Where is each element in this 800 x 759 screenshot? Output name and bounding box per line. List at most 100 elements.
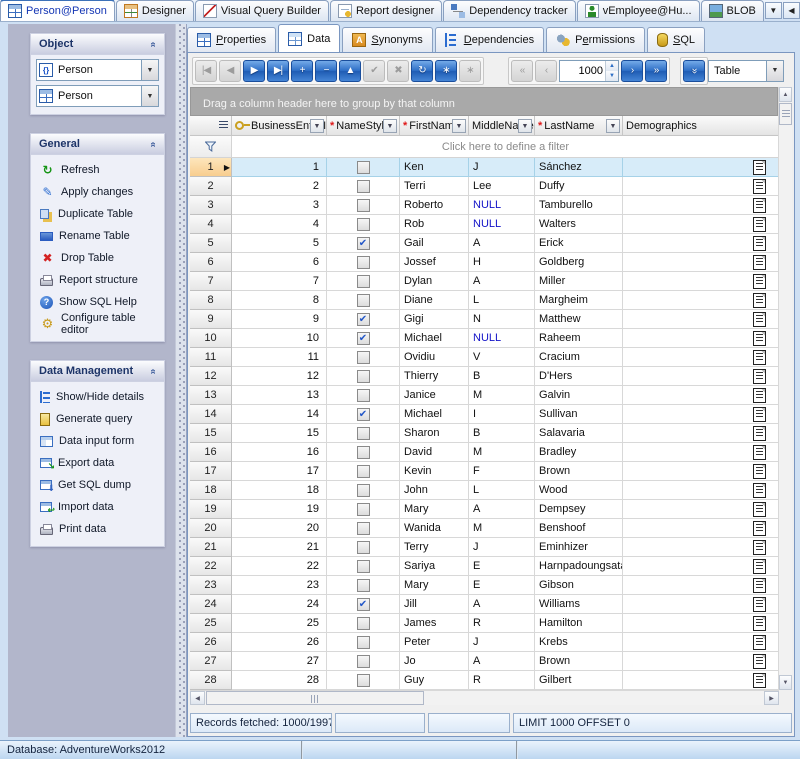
row-number-cell[interactable]: 14 [190, 405, 232, 424]
column-header-middlename[interactable]: MiddleName▼ [469, 116, 535, 136]
namestyle-checkbox[interactable] [357, 389, 370, 402]
demographics-document-icon[interactable] [753, 559, 766, 574]
cell-firstname[interactable]: Kevin [400, 462, 469, 481]
row-number-cell[interactable]: 12 [190, 367, 232, 386]
row-number-cell[interactable]: 18 [190, 481, 232, 500]
namestyle-checkbox[interactable]: ✔ [357, 332, 370, 345]
cell-lastname[interactable]: Galvin [535, 386, 623, 405]
cell-middlename[interactable]: A [469, 272, 535, 291]
cell-middlename[interactable]: L [469, 481, 535, 500]
cell-lastname[interactable]: Hamilton [535, 614, 623, 633]
vertical-scrollbar[interactable]: ▲ ▼ [778, 87, 792, 690]
cell-firstname[interactable]: Diane [400, 291, 469, 310]
cell-middlename[interactable]: R [469, 614, 535, 633]
demographics-document-icon[interactable] [753, 179, 766, 194]
demographics-document-icon[interactable] [753, 350, 766, 365]
namestyle-checkbox[interactable] [357, 180, 370, 193]
horizontal-scrollbar[interactable]: ◀ ▶ [190, 690, 779, 705]
next-page-button[interactable]: › [621, 60, 643, 82]
namestyle-checkbox[interactable] [357, 446, 370, 459]
cell-demographics[interactable] [623, 500, 779, 519]
row-number-cell[interactable]: 11 [190, 348, 232, 367]
cell-businessentityid[interactable]: 15 [232, 424, 327, 443]
namestyle-checkbox[interactable]: ✔ [357, 598, 370, 611]
sidebar-item-configure-table-editor[interactable]: ⚙Configure table editor [36, 313, 159, 335]
demographics-document-icon[interactable] [753, 502, 766, 517]
namestyle-checkbox[interactable] [357, 522, 370, 535]
cell-demographics[interactable] [623, 215, 779, 234]
namestyle-checkbox[interactable] [357, 560, 370, 573]
row-number-cell[interactable]: 19 [190, 500, 232, 519]
horizontal-scroll-track[interactable] [425, 691, 764, 705]
cell-demographics[interactable] [623, 633, 779, 652]
general-panel-header[interactable]: General « [31, 134, 164, 155]
cell-firstname[interactable]: Terri [400, 177, 469, 196]
cell-lastname[interactable]: Raheem [535, 329, 623, 348]
cell-firstname[interactable]: Dylan [400, 272, 469, 291]
sidebar-item-duplicate-table[interactable]: Duplicate Table [36, 203, 159, 225]
delete-record-button[interactable]: − [315, 60, 337, 82]
cell-middlename[interactable]: J [469, 538, 535, 557]
last-record-button[interactable]: ▶| [267, 60, 289, 82]
cell-businessentityid[interactable]: 13 [232, 386, 327, 405]
cell-middlename[interactable]: R [469, 671, 535, 690]
cell-firstname[interactable]: Peter [400, 633, 469, 652]
row-number-cell[interactable]: 21 [190, 538, 232, 557]
cell-businessentityid[interactable]: 21 [232, 538, 327, 557]
object-selector-0[interactable]: {}Person▼ [36, 59, 159, 81]
cell-demographics[interactable] [623, 253, 779, 272]
cell-lastname[interactable]: Erick [535, 234, 623, 253]
cancel-edit-button[interactable]: ✖ [387, 60, 409, 82]
cell-middlename[interactable]: B [469, 367, 535, 386]
demographics-document-icon[interactable] [753, 255, 766, 270]
cell-businessentityid[interactable]: 1 [232, 158, 327, 177]
cell-middlename[interactable]: M [469, 519, 535, 538]
column-header-demographics[interactable]: Demographics [623, 116, 779, 136]
column-header-namestyle[interactable]: *NameStyle▼ [327, 116, 400, 136]
tab-permissions[interactable]: Permissions [546, 27, 645, 52]
collapse-chevron-icon[interactable]: « [148, 368, 159, 374]
demographics-document-icon[interactable] [753, 464, 766, 479]
cell-demographics[interactable] [623, 576, 779, 595]
cell-lastname[interactable]: Walters [535, 215, 623, 234]
cell-firstname[interactable]: Sariya [400, 557, 469, 576]
demographics-document-icon[interactable] [753, 673, 766, 688]
tab-properties[interactable]: Properties [187, 27, 276, 52]
first-page-button[interactable]: « [511, 60, 533, 82]
demographics-document-icon[interactable] [753, 369, 766, 384]
add-bookmark-button[interactable]: ∗ [435, 60, 457, 82]
cell-middlename[interactable]: E [469, 557, 535, 576]
cell-demographics[interactable] [623, 386, 779, 405]
cell-lastname[interactable]: Benshoof [535, 519, 623, 538]
tab-data[interactable]: Data [278, 24, 340, 52]
cell-firstname[interactable]: Jo [400, 652, 469, 671]
window-tab-designer[interactable]: Designer [116, 0, 194, 21]
last-page-button[interactable]: » [645, 60, 667, 82]
cell-middlename[interactable]: J [469, 633, 535, 652]
namestyle-checkbox[interactable] [357, 617, 370, 630]
demographics-document-icon[interactable] [753, 198, 766, 213]
cell-businessentityid[interactable]: 18 [232, 481, 327, 500]
sidebar-item-print-data[interactable]: Print data [36, 518, 159, 540]
namestyle-checkbox[interactable] [357, 161, 370, 174]
cell-demographics[interactable] [623, 462, 779, 481]
cell-lastname[interactable]: Williams [535, 595, 623, 614]
collapse-chevron-icon[interactable]: « [148, 141, 159, 147]
sidebar-item-report-structure[interactable]: Report structure [36, 269, 159, 291]
scroll-tabs-left-button[interactable]: ◀ [783, 2, 800, 19]
row-number-cell[interactable]: 6 [190, 253, 232, 272]
cell-firstname[interactable]: Terry [400, 538, 469, 557]
cell-firstname[interactable]: Ovidiu [400, 348, 469, 367]
post-edit-button[interactable]: ✔ [363, 60, 385, 82]
row-number-cell[interactable]: 23 [190, 576, 232, 595]
namestyle-checkbox[interactable] [357, 218, 370, 231]
horizontal-scroll-thumb[interactable] [206, 691, 424, 705]
cell-businessentityid[interactable]: 14 [232, 405, 327, 424]
demographics-document-icon[interactable] [753, 635, 766, 650]
cell-middlename[interactable]: H [469, 253, 535, 272]
cell-middlename[interactable]: L [469, 291, 535, 310]
demographics-document-icon[interactable] [753, 407, 766, 422]
namestyle-checkbox[interactable] [357, 275, 370, 288]
cell-demographics[interactable] [623, 557, 779, 576]
window-tab-visual-query-builder[interactable]: Visual Query Builder [195, 0, 329, 21]
